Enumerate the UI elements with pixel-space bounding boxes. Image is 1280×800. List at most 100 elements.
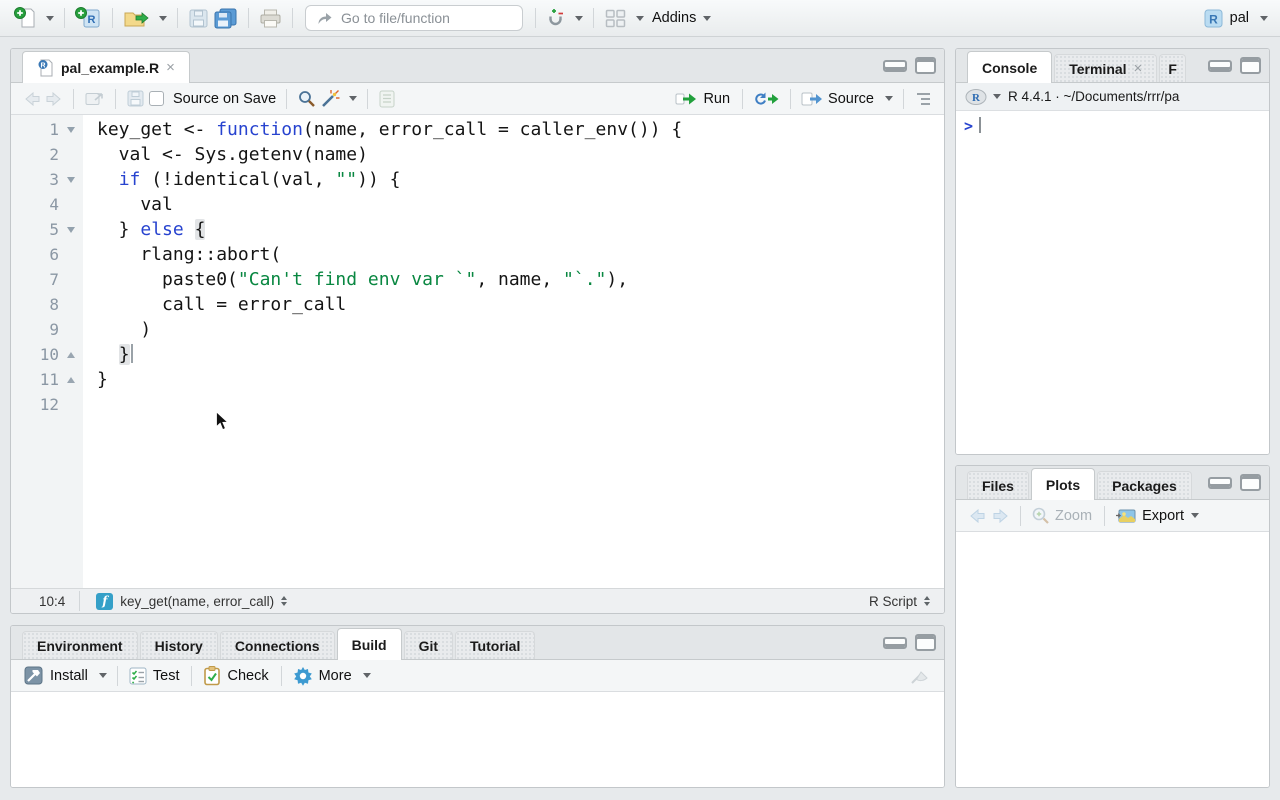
- build-tab-connections[interactable]: Connections: [220, 631, 335, 659]
- chevron-down-icon[interactable]: [993, 94, 1001, 99]
- minimize-pane-icon[interactable]: [1208, 60, 1232, 72]
- previous-plot-button[interactable]: [966, 503, 989, 529]
- code-line-4[interactable]: 4 val: [11, 192, 944, 217]
- build-tab-build[interactable]: Build: [337, 628, 402, 660]
- function-scope-selector[interactable]: f key_get(name, error_call): [94, 590, 289, 612]
- code-tools-menu-button[interactable]: [342, 86, 359, 112]
- tab-close-icon[interactable]: ×: [166, 59, 175, 76]
- goto-file-function-box[interactable]: [305, 5, 523, 31]
- install-menu-button[interactable]: [92, 663, 109, 689]
- fold-up-icon[interactable]: [59, 342, 83, 367]
- find-replace-button[interactable]: [295, 86, 318, 112]
- version-control-menu-button[interactable]: [568, 5, 585, 31]
- forward-button[interactable]: [43, 86, 65, 112]
- new-file-button[interactable]: [12, 5, 39, 31]
- version-control-button[interactable]: [544, 5, 568, 31]
- code-editor-area[interactable]: 1key_get <- function(name, error_call = …: [11, 115, 944, 588]
- console-input-area[interactable]: >: [956, 111, 1269, 454]
- more-build-button[interactable]: More: [290, 663, 356, 689]
- code-tools-button[interactable]: [318, 86, 342, 112]
- tab-label: Plots: [1046, 477, 1080, 493]
- new-file-menu-button[interactable]: [39, 5, 56, 31]
- files-tab-packages[interactable]: Packages: [1097, 471, 1192, 499]
- search-icon: [297, 89, 316, 108]
- test-button[interactable]: Test: [126, 663, 184, 689]
- source-menu-button[interactable]: [878, 86, 895, 112]
- check-label: Check: [227, 668, 268, 684]
- code-line-1[interactable]: 1key_get <- function(name, error_call = …: [11, 117, 944, 142]
- minimize-pane-icon[interactable]: [1208, 477, 1232, 489]
- open-recent-menu-button[interactable]: [152, 5, 169, 31]
- build-output-area: [11, 692, 944, 787]
- console-tab-terminal[interactable]: Terminal×: [1054, 54, 1157, 82]
- code-line-9[interactable]: 9 ): [11, 317, 944, 342]
- panes-menu-button[interactable]: [629, 5, 646, 31]
- workspace-panes-button[interactable]: [602, 5, 629, 31]
- build-tab-history[interactable]: History: [140, 631, 218, 659]
- files-tab-files[interactable]: Files: [967, 471, 1029, 499]
- build-tab-environment[interactable]: Environment: [22, 631, 138, 659]
- file-type-selector[interactable]: R Script: [867, 590, 932, 612]
- next-plot-button[interactable]: [989, 503, 1012, 529]
- rerun-button[interactable]: [751, 86, 782, 112]
- install-button[interactable]: Install: [21, 663, 92, 689]
- build-tab-tutorial[interactable]: Tutorial: [455, 631, 535, 659]
- compile-report-button[interactable]: [376, 86, 398, 112]
- print-button[interactable]: [257, 5, 284, 31]
- more-label: More: [319, 668, 352, 684]
- code-line-6[interactable]: 6 rlang::abort(: [11, 242, 944, 267]
- compile-report-icon: [378, 89, 396, 109]
- back-button[interactable]: [21, 86, 43, 112]
- save-document-button[interactable]: [124, 86, 147, 112]
- run-label: Run: [703, 91, 730, 107]
- document-outline-button[interactable]: [912, 86, 934, 112]
- build-toolbar: Install Test Check More: [11, 660, 944, 692]
- open-file-button[interactable]: [121, 5, 152, 31]
- addins-menu-button[interactable]: [696, 5, 713, 31]
- clear-build-button[interactable]: [906, 663, 934, 689]
- editor-tab-pal-example[interactable]: R pal_example.R ×: [22, 51, 190, 83]
- export-plot-button[interactable]: Export: [1113, 503, 1201, 529]
- code-line-7[interactable]: 7 paste0("Can't find env var `", name, "…: [11, 267, 944, 292]
- source-button[interactable]: Source: [799, 86, 878, 112]
- popout-window-icon: [84, 90, 105, 107]
- maximize-pane-icon[interactable]: [1240, 474, 1261, 491]
- code-line-3[interactable]: 3 if (!identical(val, "")) {: [11, 167, 944, 192]
- code-line-11[interactable]: 11}: [11, 367, 944, 392]
- tab-close-icon[interactable]: ×: [1134, 60, 1143, 77]
- console-tab-console[interactable]: Console: [967, 51, 1052, 83]
- divider: [903, 89, 904, 109]
- code-line-8[interactable]: 8 call = error_call: [11, 292, 944, 317]
- build-tab-git[interactable]: Git: [404, 631, 453, 659]
- goto-file-function-input[interactable]: [341, 10, 491, 26]
- code-line-12[interactable]: 12: [11, 392, 944, 417]
- more-menu-button[interactable]: [356, 663, 373, 689]
- maximize-pane-icon[interactable]: [1240, 57, 1261, 74]
- minimize-pane-icon[interactable]: [883, 637, 907, 649]
- minimize-pane-icon[interactable]: [883, 60, 907, 72]
- fold-down-icon[interactable]: [59, 117, 83, 142]
- open-in-new-window-button[interactable]: [82, 86, 107, 112]
- divider: [535, 8, 536, 28]
- console-tab-f[interactable]: F: [1159, 54, 1186, 82]
- project-menu-button[interactable]: R pal: [1203, 7, 1268, 30]
- maximize-pane-icon[interactable]: [915, 634, 936, 651]
- zoom-plot-button[interactable]: Zoom: [1029, 503, 1096, 529]
- divider: [177, 8, 178, 28]
- new-project-button[interactable]: R: [73, 5, 104, 31]
- code-line-10[interactable]: 10 }: [11, 342, 944, 367]
- fold-down-icon[interactable]: [59, 217, 83, 242]
- gear-icon: [292, 665, 314, 687]
- maximize-pane-icon[interactable]: [915, 57, 936, 74]
- check-button[interactable]: Check: [200, 663, 272, 689]
- run-button[interactable]: Run: [673, 86, 734, 112]
- source-on-save-checkbox[interactable]: [147, 86, 168, 112]
- save-all-button[interactable]: [211, 5, 240, 31]
- code-line-2[interactable]: 2 val <- Sys.getenv(name): [11, 142, 944, 167]
- code-line-5[interactable]: 5 } else {: [11, 217, 944, 242]
- fold-up-icon[interactable]: [59, 367, 83, 392]
- files-tab-plots[interactable]: Plots: [1031, 468, 1095, 500]
- save-button[interactable]: [186, 5, 211, 31]
- chevron-down-icon: [885, 96, 893, 101]
- fold-down-icon[interactable]: [59, 167, 83, 192]
